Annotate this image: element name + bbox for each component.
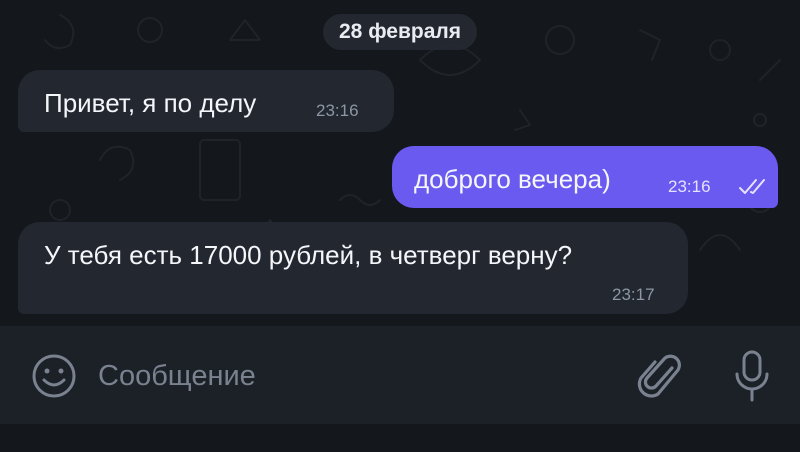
message-incoming[interactable]: Привет, я по делу 23:16 <box>18 70 394 132</box>
message-text: доброго вечера) <box>414 164 611 194</box>
paperclip-icon[interactable] <box>634 348 682 402</box>
message-time: 23:16 <box>668 177 711 196</box>
message-text: Привет, я по делу <box>44 88 257 118</box>
microphone-icon[interactable] <box>728 348 776 404</box>
system-nav-area <box>0 424 800 452</box>
double-check-icon <box>739 179 765 194</box>
chat-area[interactable]: 28 февраля Привет, я по делу 23:16 добро… <box>0 0 800 326</box>
message-time: 23:16 <box>316 101 359 120</box>
message-incoming[interactable]: У тебя есть 17000 рублей, в четверг верн… <box>18 222 688 314</box>
message-text: У тебя есть 17000 рублей, в четверг верн… <box>44 240 573 270</box>
message-input[interactable] <box>96 354 600 398</box>
message-outgoing[interactable]: доброго вечера) 23:16 <box>392 146 778 208</box>
date-separator: 28 февраля <box>323 14 477 50</box>
smiley-icon[interactable] <box>30 352 78 400</box>
message-time: 23:17 <box>612 285 655 304</box>
message-composer <box>0 326 800 424</box>
